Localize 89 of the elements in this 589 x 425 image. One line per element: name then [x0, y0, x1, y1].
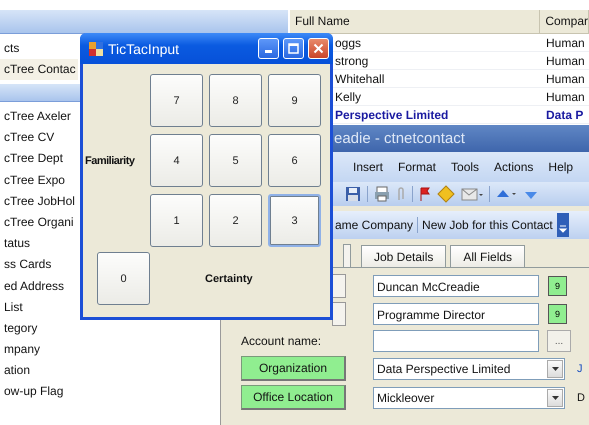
field-button[interactable] — [332, 302, 346, 326]
minimize-button[interactable] — [258, 38, 279, 59]
axis-label: Familiarity — [85, 154, 135, 166]
column-header[interactable]: Compar — [540, 10, 589, 33]
tab[interactable]: All Fields — [450, 245, 526, 267]
close-button[interactable] — [308, 38, 329, 59]
status-button[interactable]: 9 — [548, 304, 567, 324]
folder-item[interactable]: cTree Dept — [0, 148, 78, 170]
table-cell-text: Human — [545, 53, 586, 69]
folder-item[interactable]: tatus — [0, 233, 78, 254]
dropdown-value: Data Perspective Limited — [376, 362, 512, 376]
table-cell-text: Whitehall — [334, 71, 386, 87]
status-button[interactable]: 9 — [548, 276, 567, 296]
folder-item[interactable]: cTree Organi — [0, 212, 78, 234]
close-icon — [313, 43, 324, 54]
number-key[interactable]: 8 — [209, 74, 262, 127]
folder-item[interactable]: ed Address — [0, 276, 78, 297]
maximize-icon — [288, 43, 299, 54]
number-key[interactable]: 6 — [268, 134, 321, 187]
folder-item[interactable]: cTree Expo — [0, 170, 78, 191]
window-title: TicTacInput — [108, 40, 180, 56]
folder-item[interactable]: cts — [0, 38, 78, 59]
number-key[interactable]: 7 — [150, 74, 203, 127]
table-cell-text: Human — [545, 35, 586, 51]
axis-label: Certainty — [205, 272, 253, 284]
folder-item[interactable]: List — [0, 296, 78, 318]
field-label: Account name: — [241, 334, 322, 348]
window-title: eadie - ctnetcontact — [334, 130, 465, 147]
dropdown-arrow-icon[interactable] — [552, 366, 558, 370]
chevron-icon[interactable] — [556, 213, 569, 237]
table-cell-text: Human — [545, 89, 586, 105]
table-cell-text: Human — [545, 71, 586, 87]
flag-icon[interactable] — [419, 186, 431, 202]
number-key[interactable]: 5 — [209, 134, 262, 187]
folder-item[interactable]: cTree Axeler — [0, 106, 78, 128]
input-field[interactable] — [373, 330, 539, 352]
folder-item[interactable]: ation — [0, 360, 78, 382]
input-field[interactable]: Programme Director — [373, 303, 539, 325]
table-cell-text: oggs — [334, 35, 362, 51]
table-cell-text: Kelly — [334, 89, 362, 105]
folder-item[interactable]: cTree JobHol — [0, 190, 78, 212]
maximize-button[interactable] — [283, 38, 304, 59]
tab[interactable] — [343, 244, 351, 267]
input-field[interactable]: Duncan McCreadie — [373, 275, 539, 297]
dropdown-field[interactable]: Data Perspective Limited — [373, 358, 565, 380]
number-key[interactable]: 9 — [268, 74, 321, 127]
folder-item[interactable]: ss Cards — [0, 254, 78, 276]
table-cell-text: strong — [334, 53, 370, 69]
diamond-icon[interactable] — [437, 185, 455, 203]
dropdown-field[interactable]: Mickleover — [373, 386, 565, 408]
folder-item[interactable]: cTree CV — [0, 127, 78, 148]
save-icon[interactable] — [345, 186, 361, 202]
field-button[interactable] — [332, 274, 346, 298]
tab[interactable]: Job Details — [361, 245, 446, 267]
menu-item[interactable]: Help — [548, 160, 574, 174]
dropdown-arrow-icon[interactable] — [552, 396, 558, 400]
contact-row[interactable]: Kelly Human — [333, 88, 589, 106]
folder-item[interactable]: tegory — [0, 318, 78, 340]
envelope-icon[interactable] — [461, 186, 483, 202]
minimize-icon — [265, 50, 272, 53]
number-key[interactable]: 0 — [97, 252, 150, 305]
field-button[interactable]: Organization — [241, 356, 346, 381]
dropdown-value: Mickleover — [376, 390, 436, 404]
action-button[interactable]: New Job for this Contact — [418, 218, 557, 232]
app-icon — [88, 40, 104, 56]
folder-item[interactable]: cTree Contac — [0, 59, 78, 80]
side-text: J — [576, 362, 584, 374]
menu-item[interactable]: Insert — [353, 160, 384, 174]
contact-row[interactable]: oggs Human — [333, 34, 589, 52]
contact-row[interactable]: Perspective Limited Data P — [333, 106, 589, 124]
field-button[interactable]: Office Location — [241, 385, 346, 410]
contact-row[interactable]: strong Human — [333, 52, 589, 70]
folder-item[interactable]: ow-up Flag — [0, 381, 78, 403]
folder-item[interactable]: mpany — [0, 339, 78, 360]
browse-button[interactable]: ... — [547, 330, 571, 352]
menu-item[interactable]: Tools — [451, 160, 480, 174]
menu-item[interactable]: Format — [398, 160, 436, 174]
side-text: D — [576, 392, 586, 404]
paperclip-icon[interactable] — [396, 186, 406, 202]
contact-row[interactable]: Whitehall Human — [333, 70, 589, 88]
number-key[interactable]: 2 — [209, 194, 262, 247]
number-key[interactable]: 4 — [150, 134, 203, 187]
number-key[interactable]: 3 — [268, 194, 321, 247]
table-cell-text: Data P — [545, 107, 584, 123]
table-cell-text: Perspective Limited — [334, 107, 450, 123]
print-icon[interactable] — [374, 186, 390, 202]
action-button[interactable]: ame Company — [331, 218, 418, 232]
number-key[interactable]: 1 — [150, 194, 203, 247]
menu-item[interactable]: Actions — [494, 160, 534, 174]
